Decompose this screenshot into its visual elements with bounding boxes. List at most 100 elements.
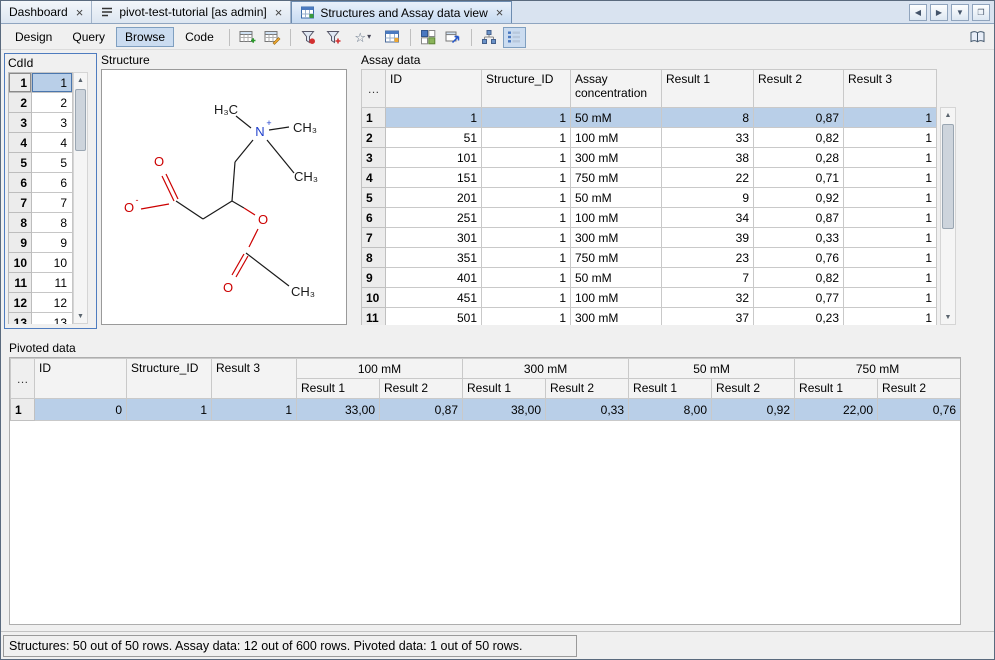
assay-cell-result2[interactable]: 0,87 [754,108,844,128]
row-number-cell[interactable]: 3 [9,113,32,133]
scroll-tabs-right-button[interactable]: ▶ [930,4,948,21]
pivot-cell-value[interactable]: 0,92 [712,399,795,421]
assay-row[interactable]: 2 51 1 100 mM 33 0,82 1 [362,128,937,148]
tab-list-dropdown-button[interactable]: ▼ [951,4,969,21]
assay-cell-result2[interactable]: 0,87 [754,208,844,228]
assay-cell-result3[interactable]: 1 [844,268,937,288]
cdid-row[interactable]: 3 3 [9,113,73,133]
assay-cell-result3[interactable]: 1 [844,108,937,128]
assay-col-concentration[interactable]: Assay concentration [571,70,662,108]
row-number-cell[interactable]: 4 [362,168,386,188]
assay-cell-structure-id[interactable]: 1 [482,188,571,208]
cdid-row[interactable]: 7 7 [9,193,73,213]
row-number-cell[interactable]: 1 [362,108,386,128]
pivot-cell-value[interactable]: 38,00 [463,399,546,421]
row-number-cell[interactable]: 7 [362,228,386,248]
cdid-value-cell[interactable]: 12 [32,293,73,313]
pivot-row[interactable]: 1 0 1 1 33,00 0,87 38,00 0,33 8,00 0,92 … [11,399,961,421]
assay-cell-id[interactable]: 351 [386,248,482,268]
pivot-subcol-result2[interactable]: Result 2 [878,379,961,399]
assay-cell-structure-id[interactable]: 1 [482,148,571,168]
assay-cell-id[interactable]: 251 [386,208,482,228]
assay-cell-result3[interactable]: 1 [844,148,937,168]
assay-cell-result3[interactable]: 1 [844,288,937,308]
pivot-subcol-result1[interactable]: Result 1 [795,379,878,399]
assay-cell-id[interactable]: 301 [386,228,482,248]
close-icon[interactable]: × [496,6,504,19]
browse-button[interactable]: Browse [116,27,174,47]
assay-cell-structure-id[interactable]: 1 [482,128,571,148]
assay-scrollbar[interactable]: ▲ ▼ [940,107,956,325]
pivot-col-structure-id[interactable]: Structure_ID [127,359,212,399]
row-number-cell[interactable]: 4 [9,133,32,153]
assay-cell-result2[interactable]: 0,28 [754,148,844,168]
row-number-cell[interactable]: 5 [9,153,32,173]
assay-cell-structure-id[interactable]: 1 [482,308,571,326]
assay-row[interactable]: 4 151 1 750 mM 22 0,71 1 [362,168,937,188]
assay-row[interactable]: 10 451 1 100 mM 32 0,77 1 [362,288,937,308]
assay-cell-id[interactable]: 1 [386,108,482,128]
assay-cell-result1[interactable]: 9 [662,188,754,208]
close-icon[interactable]: × [76,6,84,19]
assay-cell-result3[interactable]: 1 [844,188,937,208]
cdid-row[interactable]: 11 11 [9,273,73,293]
assay-cell-result3[interactable]: 1 [844,128,937,148]
assay-cell-result3[interactable]: 1 [844,168,937,188]
cdid-scrollbar[interactable]: ▲ ▼ [73,72,88,324]
structure-viewer[interactable]: H₃C N + CH₃ CH₃ O O - O O CH₃ [101,69,347,325]
assay-cell-result2[interactable]: 0,76 [754,248,844,268]
assay-cell-result1[interactable]: 33 [662,128,754,148]
assay-cell-id[interactable]: 101 [386,148,482,168]
tab-pivot-test-tutorial[interactable]: pivot-test-tutorial [as admin] × [92,1,291,23]
row-number-cell[interactable]: 1 [11,399,35,421]
assay-cell-structure-id[interactable]: 1 [482,108,571,128]
pivot-group-100mm[interactable]: 100 mM [297,359,463,379]
assay-cell-result2[interactable]: 0,23 [754,308,844,326]
pivot-cell-value[interactable]: 33,00 [297,399,380,421]
assay-cell-result2[interactable]: 0,71 [754,168,844,188]
assay-cell-result2[interactable]: 0,82 [754,268,844,288]
row-number-cell[interactable]: 1 [9,73,32,93]
pivot-group-300mm[interactable]: 300 mM [463,359,629,379]
scrollbar-thumb[interactable] [942,124,954,229]
cdid-value-cell[interactable]: 2 [32,93,73,113]
cdid-row[interactable]: 6 6 [9,173,73,193]
assay-row[interactable]: 1 1 1 50 mM 8 0,87 1 [362,108,937,128]
row-number-cell[interactable]: 2 [362,128,386,148]
assay-cell-id[interactable]: 51 [386,128,482,148]
cdid-row[interactable]: 8 8 [9,213,73,233]
scroll-down-icon[interactable]: ▼ [941,310,955,324]
assay-cell-result2[interactable]: 0,92 [754,188,844,208]
form-view-button[interactable] [417,27,440,48]
pivot-group-50mm[interactable]: 50 mM [629,359,795,379]
assay-col-result2[interactable]: Result 2 [754,70,844,108]
pivot-cell-value[interactable]: 8,00 [629,399,712,421]
assay-cell-result3[interactable]: 1 [844,308,937,326]
assay-cell-result1[interactable]: 32 [662,288,754,308]
documentation-button[interactable] [966,27,989,48]
row-number-cell[interactable]: 13 [9,313,32,325]
assay-cell-result3[interactable]: 1 [844,228,937,248]
assay-cell-result1[interactable]: 34 [662,208,754,228]
row-number-cell[interactable]: 8 [9,213,32,233]
assay-cell-result1[interactable]: 39 [662,228,754,248]
scroll-tabs-left-button[interactable]: ◀ [909,4,927,21]
assay-cell-id[interactable]: 401 [386,268,482,288]
assay-row[interactable]: 3 101 1 300 mM 38 0,28 1 [362,148,937,168]
tree-view-button[interactable] [478,27,501,48]
pivot-cell-value[interactable]: 0,87 [380,399,463,421]
row-number-cell[interactable]: 12 [9,293,32,313]
pivot-subcol-result1[interactable]: Result 1 [629,379,712,399]
scroll-down-icon[interactable]: ▼ [74,309,87,323]
cdid-value-cell[interactable]: 7 [32,193,73,213]
pivot-cell-structure-id[interactable]: 1 [127,399,212,421]
row-number-cell[interactable]: 6 [362,208,386,228]
close-icon[interactable]: × [275,6,283,19]
assay-cell-result3[interactable]: 1 [844,208,937,228]
cdid-value-cell[interactable]: 11 [32,273,73,293]
cdid-value-cell[interactable]: 5 [32,153,73,173]
assay-cell-id[interactable]: 501 [386,308,482,326]
pivot-cell-value[interactable]: 0,76 [878,399,961,421]
tab-dashboard[interactable]: Dashboard × [1,1,92,23]
assay-row[interactable]: 8 351 1 750 mM 23 0,76 1 [362,248,937,268]
